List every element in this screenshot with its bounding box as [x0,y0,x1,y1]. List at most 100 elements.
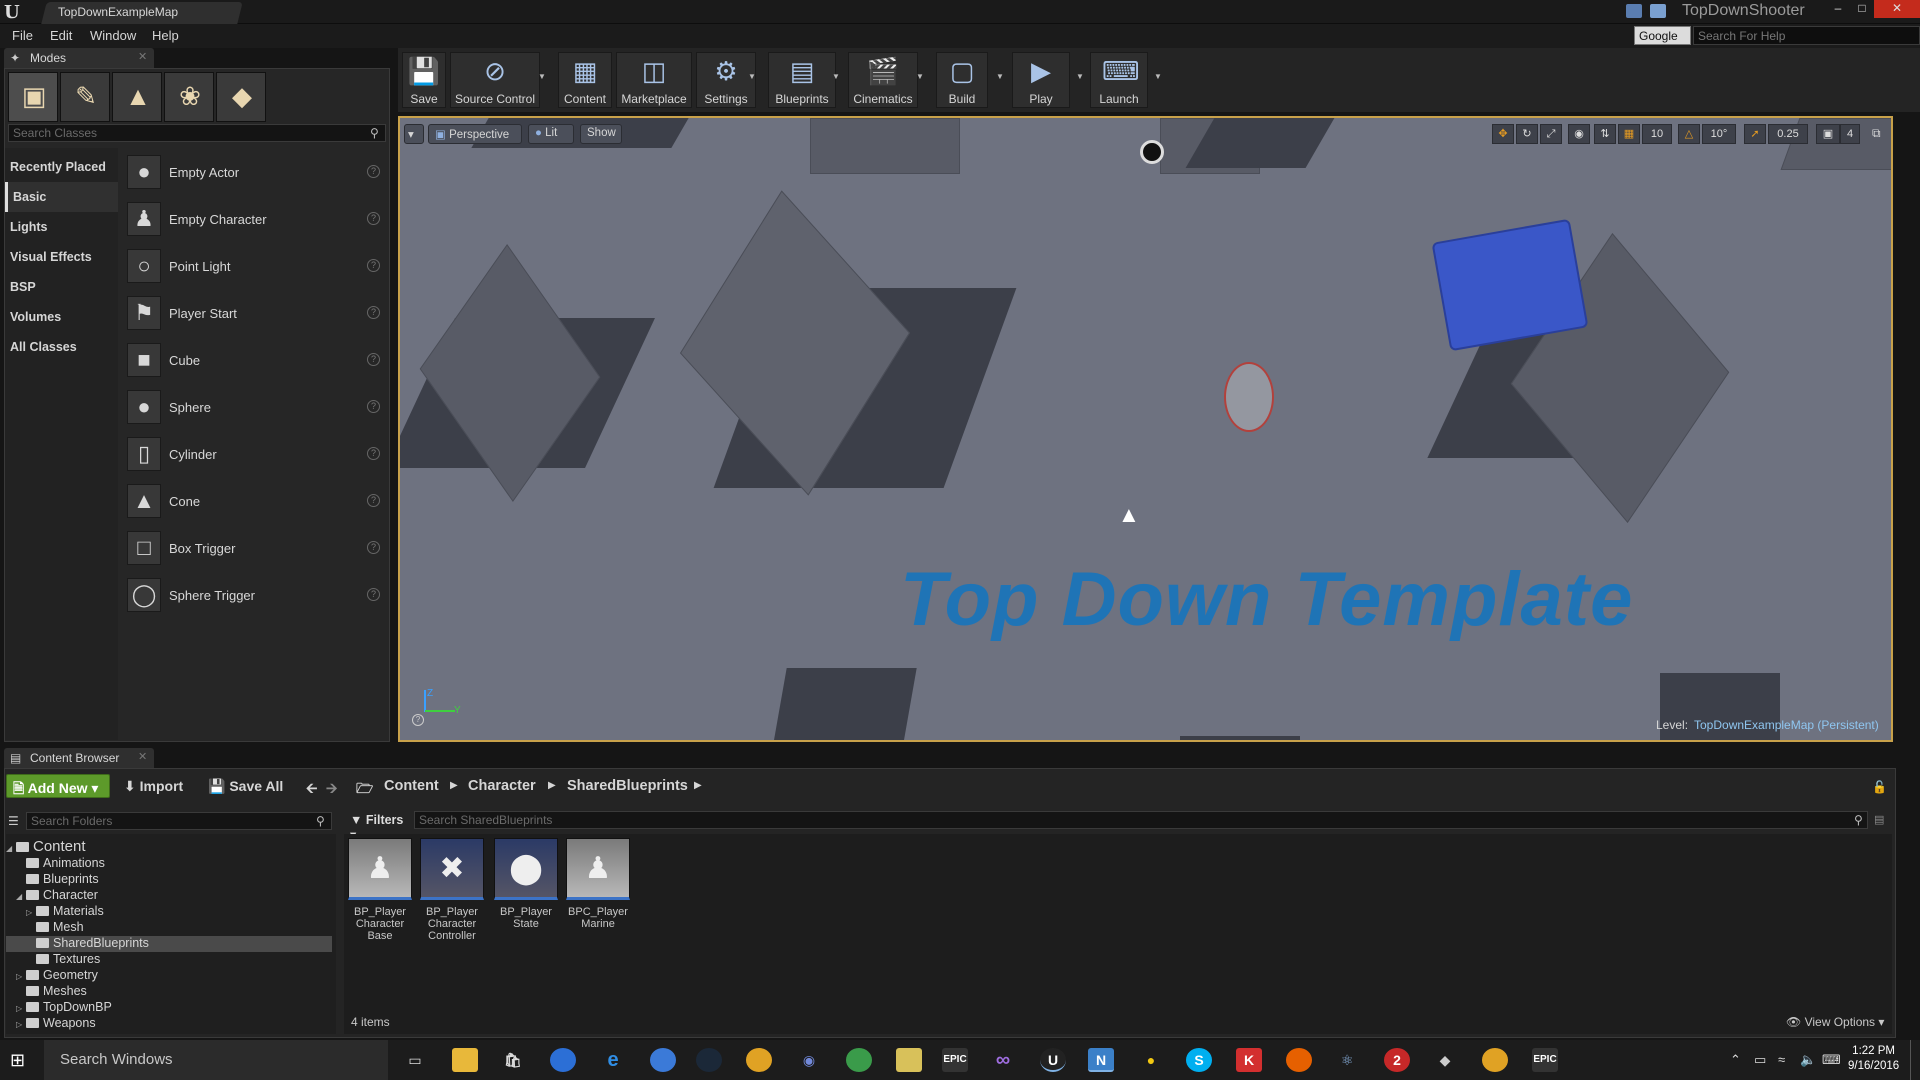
perspective-button[interactable]: ▣ Perspective [428,124,522,144]
marketplace-button[interactable]: ◫ Marketplace [616,52,692,108]
menu-file[interactable]: File [12,28,33,43]
breadcrumb-separator-icon[interactable]: ▶ [548,780,556,791]
chrome-icon[interactable] [746,1048,772,1072]
maximize-icon[interactable]: □ [1850,0,1874,18]
place-mode-button[interactable]: ▣ [8,72,58,122]
rotate-icon[interactable]: ↻ [1516,124,1538,144]
rotation-snap-icon[interactable]: △ [1678,124,1700,144]
battery-icon[interactable]: ▭ [1754,1052,1766,1068]
foliage-mode-button[interactable]: ❀ [164,72,214,122]
tree-item-topdownbp[interactable]: ▷ TopDownBP [16,1000,332,1016]
filters-button[interactable]: ▼ Filters ▾ [346,811,408,842]
category-lights[interactable]: Lights [5,212,118,242]
class-item-cylinder[interactable]: ▯ Cylinder? [124,432,386,476]
sky-sphere-icon[interactable] [1140,140,1164,164]
chrome-icon[interactable] [1482,1048,1508,1072]
level-viewport[interactable]: ▲ [398,116,1893,742]
help-icon[interactable]: ? [367,494,380,507]
show-button[interactable]: Show [580,124,622,144]
help-icon[interactable]: ? [367,353,380,366]
blueprints-dropdown-icon[interactable]: ▼ [832,72,842,81]
content-browser-close-icon[interactable]: ✕ [138,750,147,763]
folder-search-input[interactable]: Search Folders [26,812,332,830]
content-button[interactable]: ▦ Content [558,52,612,108]
folder-app-icon[interactable] [896,1048,922,1072]
cinematics-dropdown-icon[interactable]: ▼ [916,72,926,81]
modes-tab-close-icon[interactable]: ✕ [138,50,147,63]
maximize-viewport-icon[interactable]: ⧉ [1872,126,1881,141]
class-item-empty-character[interactable]: ♟ Empty Character? [124,197,386,241]
play-button[interactable]: ▶ Play [1012,52,1070,108]
add-new-button[interactable]: 🗎 Add New ▾ [6,774,110,798]
save-all-button[interactable]: 💾 Save All [208,778,283,795]
minimize-icon[interactable]: – [1826,0,1850,18]
tree-item-animations[interactable]: Animations [26,856,332,872]
help-icon[interactable]: ? [367,541,380,554]
lock-icon[interactable]: 🔓 [1872,780,1887,794]
asset-tile[interactable]: ✖ BP_Player Character Controller [420,838,484,942]
firefox-icon[interactable] [1286,1048,1312,1072]
edge-icon[interactable]: e [600,1048,626,1072]
source-control-dropdown-icon[interactable]: ▼ [538,72,548,81]
grid-snap-icon[interactable]: ▦ [1618,124,1640,144]
asset-tile[interactable]: ⬤ BP_Player State [494,838,558,930]
source-control-button[interactable]: ⊘ Source Control [450,52,540,108]
tree-item-blueprints[interactable]: Blueprints [26,872,332,888]
class-item-cube[interactable]: ■ Cube? [124,338,386,382]
skype-icon[interactable]: S [1186,1048,1212,1072]
store-icon[interactable]: 🛍 [500,1048,526,1072]
viewport-help-icon[interactable]: ? [412,714,424,726]
help-icon[interactable]: ? [367,588,380,601]
geometry-mode-button[interactable]: ◆ [216,72,266,122]
unreal-editor-icon[interactable]: U [1040,1048,1066,1072]
menu-help[interactable]: Help [152,28,179,43]
forward-arrow-icon[interactable]: 🡪 [326,778,337,802]
help-search-input[interactable]: Search For Help [1693,26,1920,45]
show-desktop-button[interactable] [1910,1040,1920,1080]
settings-button[interactable]: ⚙ Settings [696,52,756,108]
camera-speed-value[interactable]: 4 [1840,124,1860,144]
play-dropdown-icon[interactable]: ▼ [1076,72,1086,81]
breadcrumb-separator-icon[interactable]: ▶ [694,780,702,791]
scale-snap-value[interactable]: 0.25 [1768,124,1808,144]
settings-dropdown-icon[interactable]: ▼ [748,72,758,81]
view-options-button[interactable]: 👁 View Options ▾ [1786,1015,1884,1029]
tree-item-weapons[interactable]: ▷ Weapons [16,1016,332,1032]
cinematics-button[interactable]: 🎬 Cinematics [848,52,918,108]
tree-item-materials[interactable]: ▷ Materials [26,904,332,920]
red-app-icon[interactable]: 2 [1384,1048,1410,1072]
category-basic[interactable]: Basic [5,182,118,212]
steam-icon[interactable] [696,1048,722,1072]
tree-item-meshes[interactable]: Meshes [26,984,332,1000]
category-visual-effects[interactable]: Visual Effects [5,242,118,272]
build-dropdown-icon[interactable]: ▼ [996,72,1006,81]
breadcrumb-separator-icon[interactable]: ▶ [450,780,458,791]
wifi-icon[interactable]: ≈ [1778,1052,1785,1067]
class-item-point-light[interactable]: ○ Point Light? [124,244,386,288]
launch-button[interactable]: ⌨ Launch [1090,52,1148,108]
camera-speed-icon[interactable]: ▣ [1816,124,1840,144]
launch-dropdown-icon[interactable]: ▼ [1154,72,1164,81]
category-bsp[interactable]: BSP [5,272,118,302]
translate-icon[interactable]: ✥ [1492,124,1514,144]
origin-icon[interactable] [650,1048,676,1072]
menu-window[interactable]: Window [90,28,136,43]
windows-start-icon[interactable]: ⊞ [10,1050,32,1070]
file-explorer-icon[interactable] [452,1048,478,1072]
discord-icon[interactable]: ◉ [796,1048,822,1072]
keyboard-icon[interactable]: ⌨ [1822,1052,1841,1068]
player-character-actor[interactable] [1224,362,1274,432]
class-item-box-trigger[interactable]: □ Box Trigger? [124,526,386,570]
help-icon[interactable]: ? [367,447,380,460]
class-item-sphere-trigger[interactable]: ◯ Sphere Trigger? [124,573,386,617]
epic-games-icon[interactable]: EPIC [1532,1048,1558,1072]
asset-tile[interactable]: ♟ BPC_Player Marine [566,838,630,930]
class-item-empty-actor[interactable]: ● Empty Actor? [124,150,386,194]
back-arrow-icon[interactable]: 🡨 [306,778,317,802]
help-icon[interactable]: ? [367,165,380,178]
scale-snap-icon[interactable]: ➚ [1744,124,1766,144]
taskbar-clock[interactable]: 1:22 PM 9/16/2016 [1848,1044,1899,1074]
import-button[interactable]: ⬇ Import [124,778,183,795]
notes-app-icon[interactable]: N [1088,1048,1114,1072]
tree-item-mesh[interactable]: Mesh [36,920,332,936]
